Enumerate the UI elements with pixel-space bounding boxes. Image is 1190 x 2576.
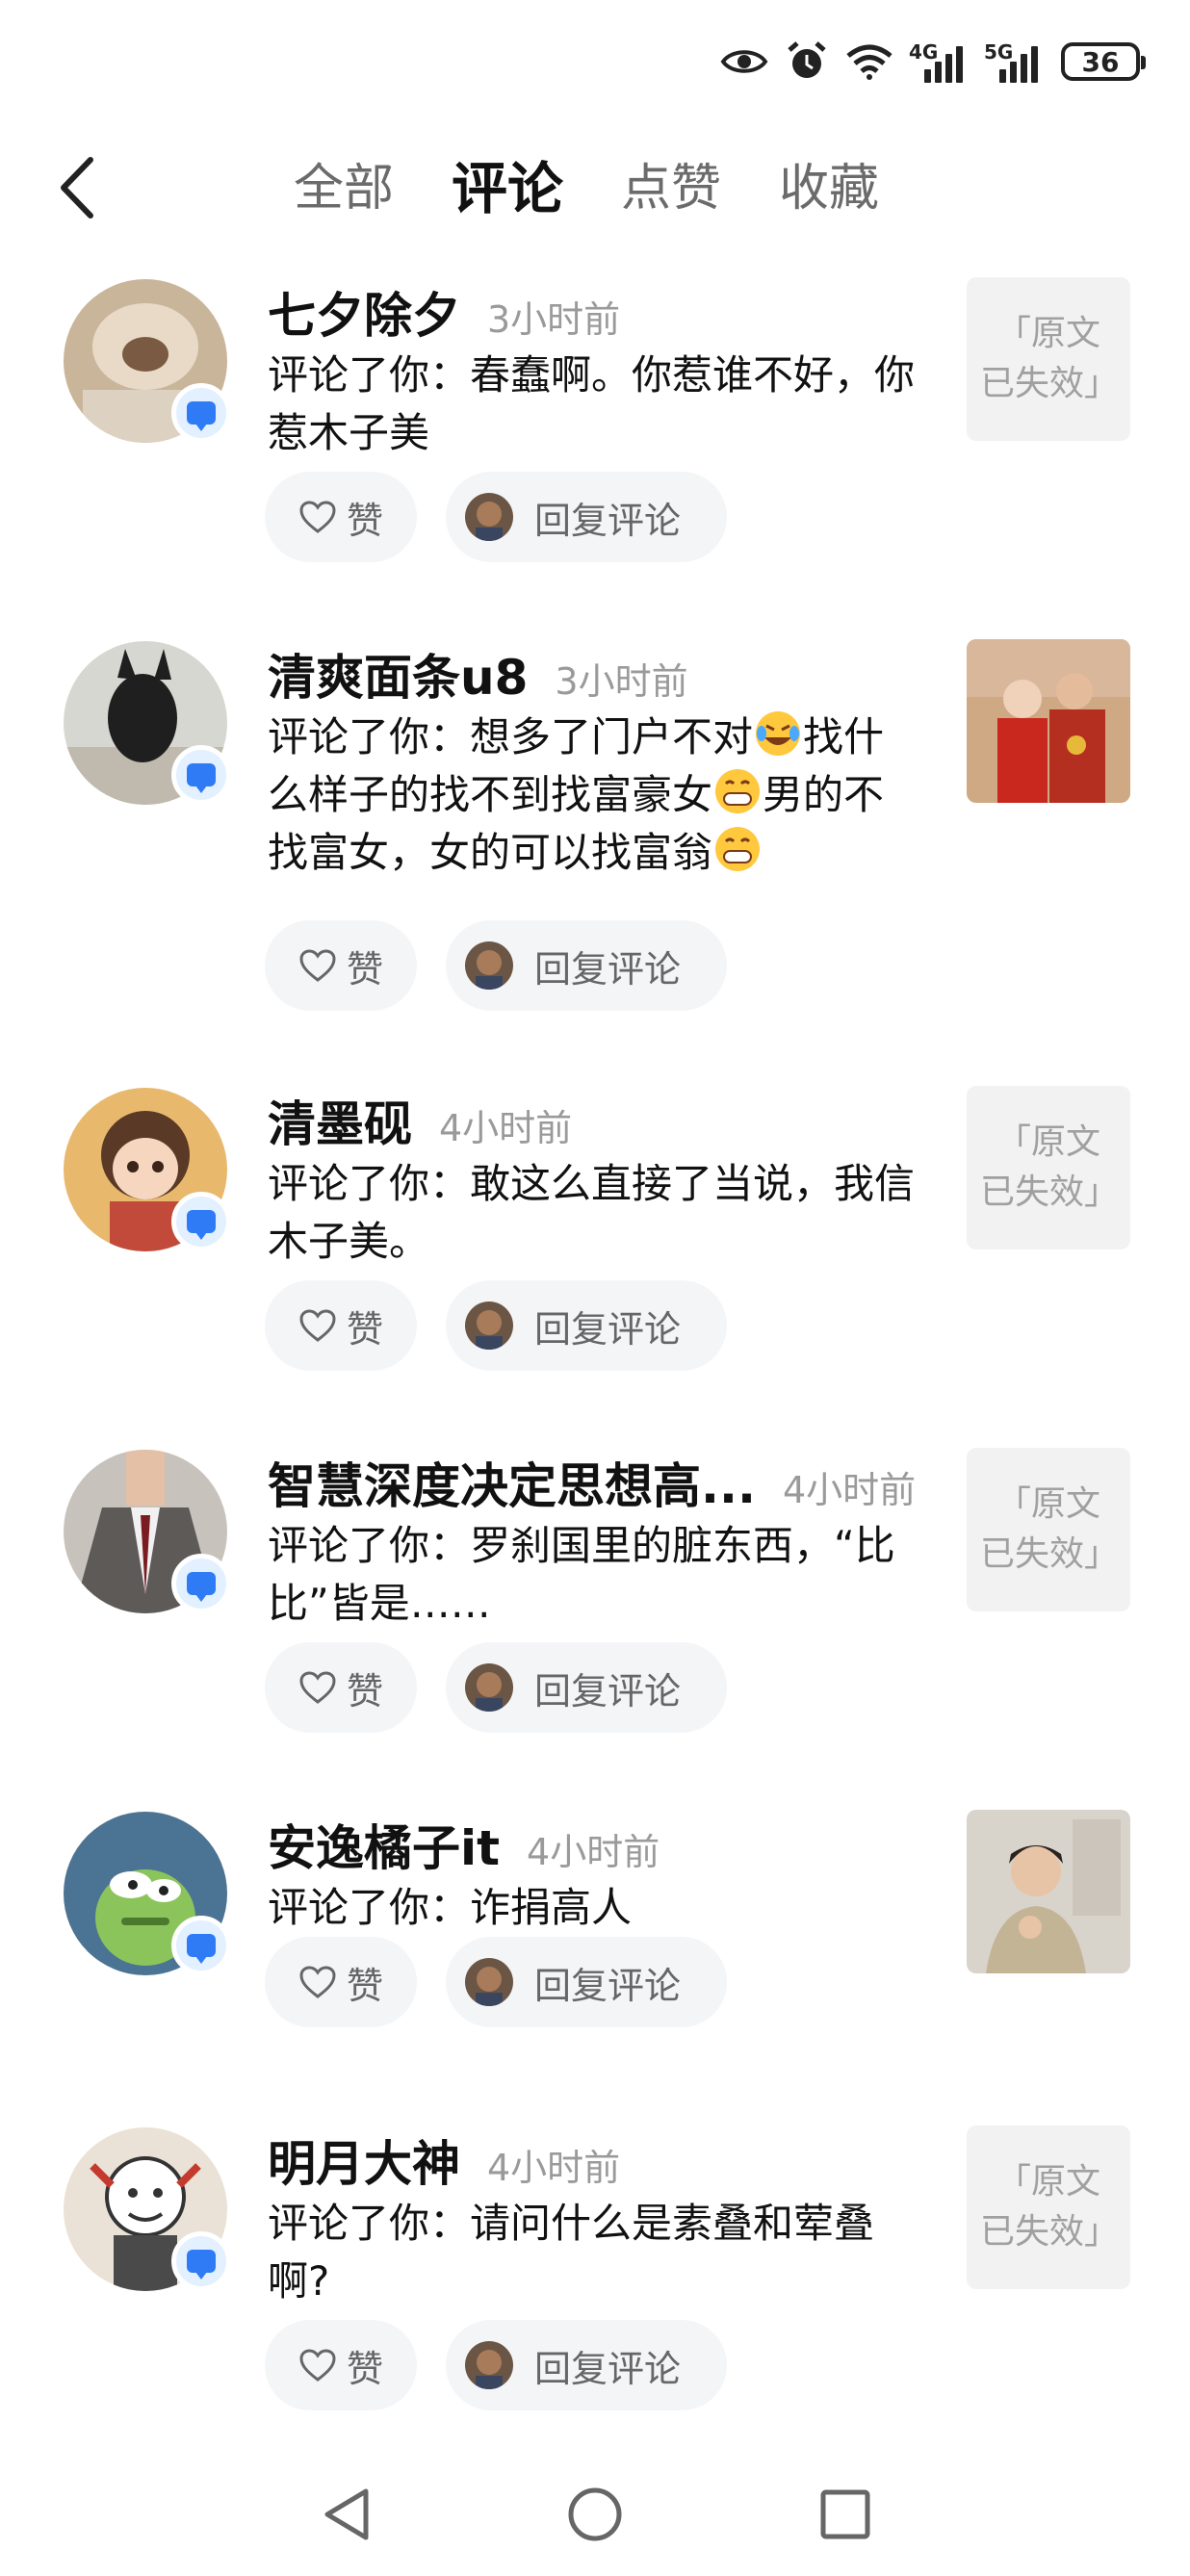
username[interactable]: 安逸橘子it (268, 1810, 500, 1879)
like-label: 赞 (346, 947, 383, 991)
like-button[interactable]: 赞 (265, 920, 417, 1011)
like-label: 赞 (346, 499, 383, 542)
alarm-icon (788, 41, 826, 78)
my-avatar (465, 941, 513, 990)
tab-bar: 全部 评论 点赞 收藏 (294, 150, 879, 227)
comment-text[interactable]: 评论了你：请问什么是素叠和荤叠啊? (268, 2195, 922, 2310)
comment-text[interactable]: 评论了你：想多了门户不对 找什么样子的找不到找富豪女 男的不找富女，女的可以找富翁 (268, 708, 922, 882)
reply-comment-button[interactable]: 回复评论 (446, 920, 727, 1011)
grin-emoji-icon (715, 769, 761, 813)
network-type-2: 5G (984, 40, 1014, 64)
heart-icon (299, 1309, 336, 1342)
action-row: 赞 回复评论 (265, 472, 727, 562)
tab-comments[interactable]: 评论 (452, 150, 563, 227)
comment-text[interactable]: 评论了你：敢这么直接了当说，我信木子美。 (268, 1155, 922, 1271)
original-post-invalid[interactable]: 「原文已失效」 (967, 2125, 1130, 2289)
like-button[interactable]: 赞 (265, 1280, 417, 1371)
back-arrow-icon[interactable] (50, 154, 108, 221)
laughing-crying-emoji-icon (756, 711, 801, 756)
username[interactable]: 智慧深度决定思想高... (268, 1448, 756, 1517)
wifi-icon (846, 44, 892, 80)
username[interactable]: 清爽面条u8 (268, 639, 528, 708)
my-avatar (465, 1663, 513, 1712)
action-row: 赞 回复评论 (265, 1937, 727, 2027)
comment-badge-icon (171, 1192, 231, 1251)
like-label: 赞 (346, 1669, 383, 1713)
action-row: 赞 回复评论 (265, 1642, 727, 1733)
my-avatar (465, 493, 513, 541)
timestamp: 4小时前 (439, 1107, 573, 1149)
reply-label: 回复评论 (534, 499, 682, 542)
tab-all[interactable]: 全部 (294, 150, 394, 227)
reply-label: 回复评论 (534, 1307, 682, 1351)
heart-icon (299, 2349, 336, 2382)
comment-badge-icon (171, 383, 231, 443)
battery-icon: 36 (1061, 42, 1146, 81)
original-post-invalid[interactable]: 「原文已失效」 (967, 1448, 1130, 1611)
reply-comment-button[interactable]: 回复评论 (446, 2320, 727, 2410)
battery-level: 36 (1081, 45, 1120, 78)
signal-icon: 5G (984, 40, 1044, 83)
heart-icon (299, 1966, 336, 1998)
timestamp: 4小时前 (527, 1831, 660, 1873)
reply-comment-button[interactable]: 回复评论 (446, 1937, 727, 2027)
reply-comment-button[interactable]: 回复评论 (446, 1642, 727, 1733)
comment-badge-icon (171, 1554, 231, 1613)
reply-label: 回复评论 (534, 947, 682, 991)
my-avatar (465, 1301, 513, 1350)
comment-text[interactable]: 评论了你：春蠢啊。你惹谁不好，你惹木子美 (268, 347, 922, 462)
username[interactable]: 清墨砚 (268, 1086, 412, 1155)
like-label: 赞 (346, 2347, 383, 2390)
username[interactable]: 明月大神 (268, 2125, 460, 2195)
system-nav-bar (0, 2464, 1190, 2576)
tab-favorites[interactable]: 收藏 (779, 150, 879, 227)
status-bar: 4G 5G 36 (0, 0, 1190, 125)
heart-icon (299, 949, 336, 982)
comment-badge-icon (171, 745, 231, 805)
recents-square-icon[interactable] (818, 2486, 872, 2543)
like-button[interactable]: 赞 (265, 2320, 417, 2410)
like-button[interactable]: 赞 (265, 1642, 417, 1733)
grin-emoji-icon (715, 827, 761, 871)
my-avatar (465, 1958, 513, 2006)
action-row: 赞 回复评论 (265, 2320, 727, 2410)
heart-icon (299, 1671, 336, 1704)
my-avatar (465, 2341, 513, 2389)
reply-comment-button[interactable]: 回复评论 (446, 1280, 727, 1371)
timestamp: 3小时前 (555, 660, 688, 703)
username[interactable]: 七夕除夕 (268, 277, 460, 347)
like-label: 赞 (346, 1964, 383, 2007)
timestamp: 3小时前 (487, 298, 621, 341)
reply-comment-button[interactable]: 回复评论 (446, 472, 727, 562)
action-row: 赞 回复评论 (265, 1280, 727, 1371)
reply-label: 回复评论 (534, 1669, 682, 1713)
signal-icon: 4G (909, 40, 969, 83)
original-post-invalid[interactable]: 「原文已失效」 (967, 1086, 1130, 1249)
like-label: 赞 (346, 1307, 383, 1351)
heart-icon (299, 501, 336, 533)
like-button[interactable]: 赞 (265, 472, 417, 562)
timestamp: 4小时前 (782, 1469, 917, 1511)
reply-label: 回复评论 (534, 1964, 682, 2007)
top-nav: 全部 评论 点赞 收藏 (0, 135, 1190, 241)
network-type-1: 4G (909, 40, 939, 64)
tab-likes[interactable]: 点赞 (621, 150, 721, 227)
back-triangle-icon[interactable] (320, 2486, 374, 2543)
original-post-thumbnail[interactable] (967, 1810, 1130, 1973)
action-row: 赞 回复评论 (265, 920, 727, 1011)
original-post-thumbnail[interactable] (967, 639, 1130, 803)
comment-badge-icon (171, 1916, 231, 1975)
comment-badge-icon (171, 2231, 231, 2291)
home-circle-icon[interactable] (566, 2486, 624, 2543)
reply-label: 回复评论 (534, 2347, 682, 2390)
eye-icon (720, 50, 768, 73)
timestamp: 4小时前 (487, 2147, 621, 2189)
comment-text-part: 评论了你：想多了门户不对 (268, 713, 754, 760)
original-post-invalid[interactable]: 「原文已失效」 (967, 277, 1130, 441)
like-button[interactable]: 赞 (265, 1937, 417, 2027)
comment-text[interactable]: 评论了你：罗刹国里的脏东西，“比比”皆是…… (268, 1517, 922, 1633)
comment-text[interactable]: 评论了你：诈捐高人 (268, 1879, 922, 1937)
